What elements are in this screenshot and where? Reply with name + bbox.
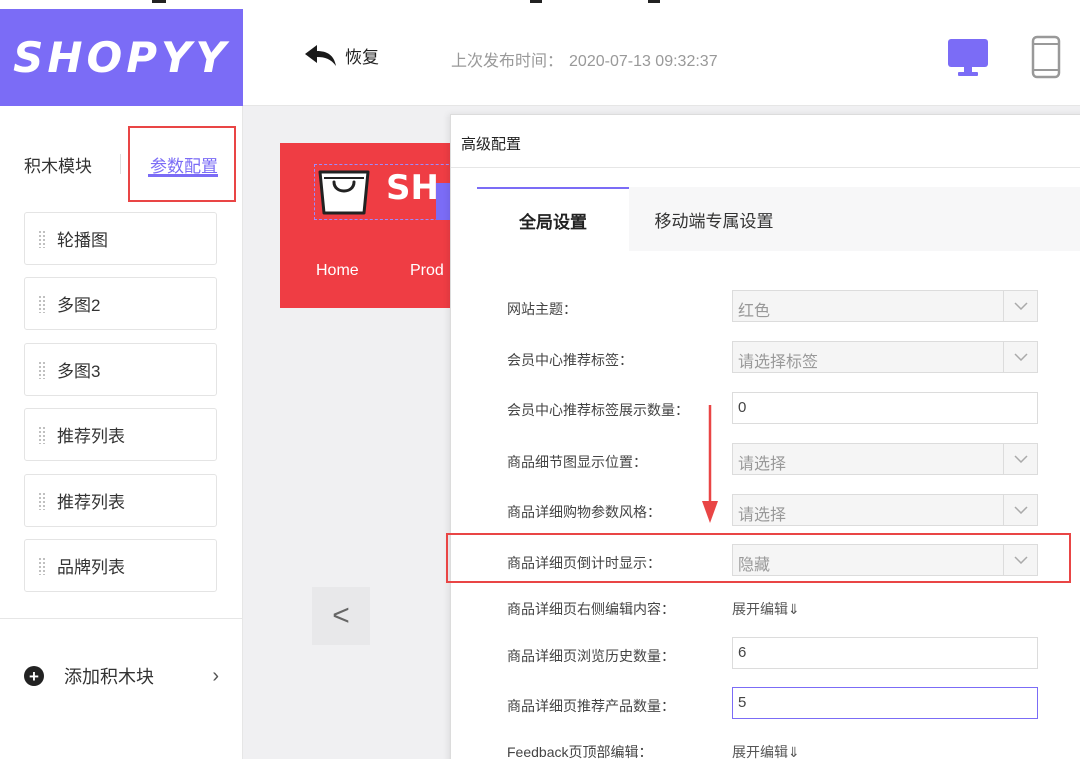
mobile-icon[interactable] (1031, 35, 1061, 79)
field-label: Feedback页顶部编辑： (507, 744, 653, 759)
select-value: 请选择 (738, 507, 787, 524)
preview-nav-home[interactable]: Home (316, 262, 359, 280)
preview-nav-products[interactable]: Prod (410, 262, 444, 280)
field-label: 商品详细页倒计时显示： (507, 555, 661, 571)
preview-logo-text: SH (386, 168, 439, 208)
dialog-title: 高级配置 (461, 136, 522, 153)
top-strip-mark (648, 0, 660, 3)
block-item[interactable]: 品牌列表 (24, 539, 217, 592)
shopping-bag-icon (318, 170, 370, 215)
block-label: 品牌列表 (57, 558, 125, 577)
tab-global-settings[interactable]: 全局设置 (477, 187, 629, 251)
undo-button[interactable]: 恢复 (303, 43, 379, 68)
chevron-down-icon (1003, 342, 1037, 372)
carousel-prev-button[interactable]: < (312, 587, 370, 645)
desktop-icon[interactable] (948, 39, 988, 77)
top-strip (0, 0, 1080, 9)
select-value: 请选择标签 (738, 354, 819, 371)
plus-circle-icon: + (24, 666, 44, 686)
recommend-count-input[interactable]: 5 (732, 687, 1038, 719)
history-count-input[interactable]: 6 (732, 637, 1038, 669)
field-label: 网站主题： (507, 301, 577, 317)
active-tab-underline (148, 174, 218, 177)
block-label: 轮播图 (57, 231, 108, 250)
field-label: 商品详细页浏览历史数量： (507, 648, 675, 664)
detail-image-position-select[interactable]: 请选择 (732, 443, 1038, 475)
member-tag-count-input[interactable]: 0 (732, 392, 1038, 424)
tab-divider (120, 154, 121, 174)
chevron-down-icon (1003, 495, 1037, 525)
tab-blocks[interactable]: 积木模块 (24, 152, 92, 177)
select-value: 红色 (738, 303, 771, 320)
block-label: 多图3 (57, 362, 101, 381)
tab-mobile-settings[interactable]: 移动端专属设置 (629, 187, 799, 251)
field-label: 商品详细购物参数风格： (507, 504, 661, 520)
chevron-down-icon (1003, 545, 1037, 575)
member-tag-select[interactable]: 请选择标签 (732, 341, 1038, 373)
add-block-button[interactable]: + 添加积木块 › (24, 663, 219, 689)
purchase-style-select[interactable]: 请选择 (732, 494, 1038, 526)
undo-icon (305, 44, 336, 66)
block-label: 推荐列表 (57, 427, 125, 446)
sidebar: 积木模块 参数配置 轮播图 多图2 多图3 推荐列表 推荐列表 品牌列表 + 添… (0, 106, 243, 759)
expand-edit-link[interactable]: 展开编辑⇓ (732, 599, 800, 619)
chevron-down-icon (1003, 291, 1037, 321)
last-publish-label: 上次发布时间： (451, 53, 564, 70)
chevron-down-icon (1003, 444, 1037, 474)
dialog-tabs: 全局设置 移动端专属设置 (477, 187, 1080, 251)
undo-label: 恢复 (345, 48, 379, 67)
add-block-label: 添加积木块 (64, 667, 154, 687)
last-publish-info: 上次发布时间： 2020-07-13 09:32:37 (451, 47, 718, 71)
app-logo: SHOPYY (0, 9, 243, 106)
chevron-right-icon: › (212, 664, 219, 687)
last-publish-time: 2020-07-13 09:32:37 (569, 53, 718, 70)
drag-handle-icon[interactable] (38, 491, 45, 510)
top-header: 恢复 上次发布时间： 2020-07-13 09:32:37 (243, 9, 1080, 106)
block-label: 推荐列表 (57, 493, 125, 512)
countdown-display-select[interactable]: 隐藏 (732, 544, 1038, 576)
block-item[interactable]: 多图3 (24, 343, 217, 396)
drag-handle-icon[interactable] (38, 294, 45, 313)
block-label: 多图2 (57, 296, 101, 315)
field-label: 商品详细页右侧编辑内容： (507, 601, 675, 617)
drag-handle-icon[interactable] (38, 556, 45, 575)
advanced-config-dialog: 高级配置 全局设置 移动端专属设置 网站主题： 红色 会员中心推荐标签： 请选择… (450, 114, 1080, 759)
sidebar-divider (0, 618, 243, 619)
drag-handle-icon[interactable] (38, 425, 45, 444)
field-label: 会员中心推荐标签： (507, 352, 633, 368)
block-item[interactable]: 轮播图 (24, 212, 217, 265)
drag-handle-icon[interactable] (38, 360, 45, 379)
block-item[interactable]: 推荐列表 (24, 408, 217, 461)
block-item[interactable]: 多图2 (24, 277, 217, 330)
dialog-title-bar: 高级配置 (451, 115, 1080, 168)
top-strip-mark (530, 0, 542, 3)
field-label: 商品细节图显示位置： (507, 454, 647, 470)
select-value: 隐藏 (738, 557, 771, 574)
field-label: 商品详细页推荐产品数量： (507, 698, 675, 714)
block-item[interactable]: 推荐列表 (24, 474, 217, 527)
expand-edit-link[interactable]: 展开编辑⇓ (732, 742, 800, 759)
select-value: 请选择 (738, 456, 787, 473)
field-label: 会员中心推荐标签展示数量： (507, 402, 689, 418)
top-strip-mark (152, 0, 166, 3)
theme-select[interactable]: 红色 (732, 290, 1038, 322)
drag-handle-icon[interactable] (38, 229, 45, 248)
preview-body (280, 308, 460, 759)
